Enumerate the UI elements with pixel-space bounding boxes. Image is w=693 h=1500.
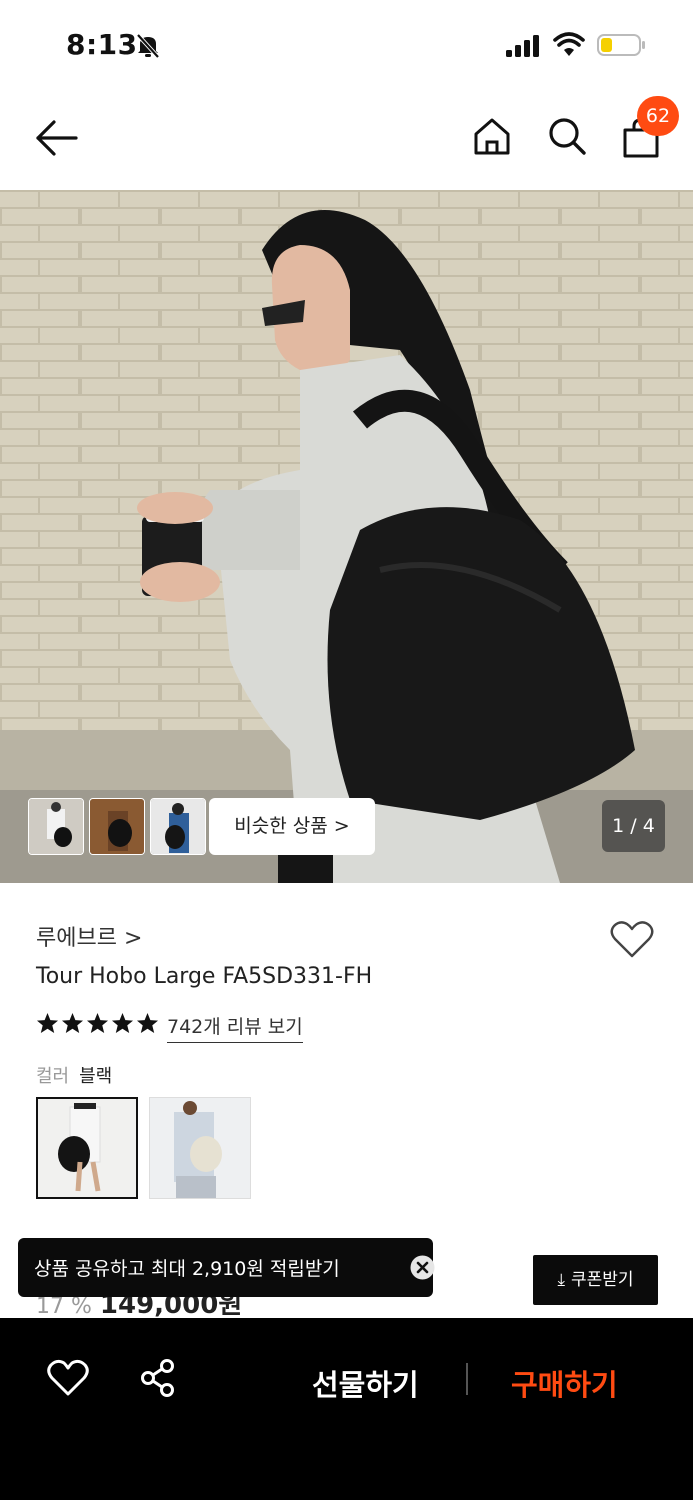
image-page-indicator: 1 / 4 bbox=[602, 800, 665, 852]
toast-text: 상품 공유하고 최대 2,910원 적립받기 bbox=[34, 1258, 340, 1280]
product-photo bbox=[0, 190, 693, 883]
close-icon[interactable] bbox=[410, 1255, 435, 1280]
coupon-label: 쿠폰받기 bbox=[570, 1270, 634, 1290]
star-icon bbox=[36, 1012, 59, 1034]
cart-count-badge: 62 bbox=[637, 96, 679, 136]
gift-button[interactable]: 선물하기 bbox=[312, 1362, 419, 1404]
thumbnail-image bbox=[151, 799, 205, 854]
review-link[interactable]: 742개 리뷰 보기 bbox=[167, 1012, 303, 1043]
thumbnail-image bbox=[29, 799, 83, 854]
coupon-download-button[interactable]: ⤓ 쿠폰받기 bbox=[533, 1255, 658, 1305]
thumbnail-image bbox=[90, 799, 144, 854]
status-time: 8:13 bbox=[66, 28, 138, 61]
status-bar: 8:13 bbox=[0, 0, 693, 92]
star-icon bbox=[111, 1012, 134, 1034]
heart-icon[interactable] bbox=[609, 918, 655, 960]
similar-products-button[interactable]: 비슷한 상품 > bbox=[209, 798, 375, 855]
cellular-signal-icon bbox=[506, 35, 539, 57]
bottom-divider bbox=[466, 1363, 468, 1395]
color-swatch-black[interactable] bbox=[36, 1097, 138, 1199]
battery-low-icon bbox=[597, 34, 645, 56]
buy-button[interactable]: 구매하기 bbox=[511, 1362, 618, 1404]
star-icon bbox=[86, 1012, 109, 1034]
color-swatch-ivory[interactable] bbox=[149, 1097, 251, 1199]
thumbnail-3[interactable] bbox=[150, 798, 206, 855]
wifi-icon bbox=[553, 32, 585, 56]
share-reward-toast: 상품 공유하고 최대 2,910원 적립받기 bbox=[18, 1238, 435, 1297]
back-arrow-icon[interactable] bbox=[34, 118, 80, 158]
download-icon: ⤓ bbox=[557, 1270, 565, 1290]
bell-slash-icon bbox=[136, 33, 160, 59]
swatch-image bbox=[150, 1098, 250, 1198]
thumbnail-1[interactable] bbox=[28, 798, 84, 855]
discount-percent: 17 % bbox=[36, 1294, 92, 1319]
swatch-image bbox=[38, 1099, 136, 1197]
wishlist-heart-icon[interactable] bbox=[47, 1359, 89, 1397]
color-label: 컬러 bbox=[36, 1066, 70, 1087]
top-nav bbox=[0, 92, 693, 190]
color-value: 블랙 bbox=[79, 1066, 113, 1087]
product-name: Tour Hobo Large FA5SD331-FH bbox=[36, 964, 373, 989]
color-row: 컬러 블랙 bbox=[36, 1062, 112, 1088]
star-icon bbox=[136, 1012, 159, 1034]
brand-link[interactable]: 루에브르 > bbox=[36, 920, 142, 952]
search-icon[interactable] bbox=[547, 116, 587, 156]
home-icon[interactable] bbox=[472, 116, 512, 156]
bottom-action-bar bbox=[0, 1318, 693, 1500]
product-main-image[interactable] bbox=[0, 190, 693, 883]
share-icon[interactable] bbox=[138, 1358, 178, 1398]
thumbnail-2[interactable] bbox=[89, 798, 145, 855]
star-icon bbox=[61, 1012, 84, 1034]
